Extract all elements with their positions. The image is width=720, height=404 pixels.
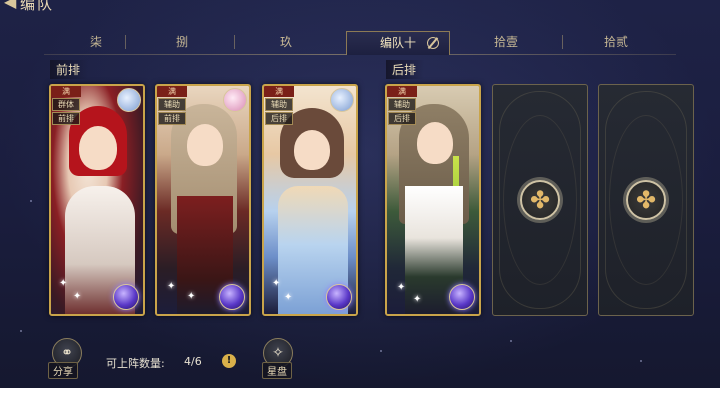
tab-10-active[interactable]: 编队十	[346, 31, 450, 55]
row-tag: 前排	[52, 112, 80, 125]
soul-orb-icon	[326, 284, 352, 310]
character-card-1[interactable]: 满 群体 前排 ✦ ✦	[49, 84, 145, 316]
tab-12[interactable]: 拾贰	[564, 31, 668, 55]
sparkle-icon: ✦	[59, 278, 68, 289]
tab-9[interactable]: 玖	[234, 31, 338, 55]
edit-icon[interactable]	[427, 37, 439, 49]
sparkle-icon: ✦	[73, 291, 82, 302]
tab-11[interactable]: 拾壹	[454, 31, 558, 55]
title-bar: ◀ 编队	[0, 0, 130, 13]
front-row-label: 前排	[50, 60, 89, 79]
bird-icon	[330, 88, 354, 112]
sparkle-icon: ✦	[167, 281, 176, 292]
info-icon[interactable]: !	[222, 354, 236, 368]
full-badge: 满	[387, 86, 417, 97]
star	[30, 200, 32, 202]
face	[417, 122, 453, 164]
role-tag: 群体	[52, 98, 80, 111]
tab-label: 编队十	[379, 36, 416, 50]
face	[294, 130, 330, 170]
back-row-label: 后排	[386, 60, 425, 79]
tab-label: 柒	[89, 35, 102, 49]
sparkle-icon: ✦	[397, 282, 406, 293]
full-badge: 满	[51, 86, 81, 97]
slot-emblem-icon	[520, 180, 560, 220]
tab-divider	[562, 35, 563, 49]
soul-orb-icon	[449, 284, 475, 310]
rabbit-icon	[223, 88, 247, 112]
character-card-4[interactable]: 满 辅助 后排 ✦ ✦	[385, 84, 481, 316]
character-card-3[interactable]: 满 辅助 后排 ✦ ✦	[262, 84, 358, 316]
sparkle-icon: ✦	[284, 292, 293, 303]
star	[20, 330, 22, 332]
full-badge: 满	[264, 86, 294, 97]
tab-label: 拾壹	[493, 35, 518, 49]
soul-orb-icon	[219, 284, 245, 310]
row-tag: 后排	[388, 112, 416, 125]
empty-slot-1[interactable]	[492, 84, 588, 316]
slot-emblem-icon	[626, 180, 666, 220]
capacity-label: 可上阵数量:	[106, 357, 165, 370]
face	[79, 126, 117, 170]
face	[187, 124, 223, 166]
share-label: 分享	[48, 362, 78, 379]
wind-bird-icon	[117, 88, 141, 112]
soul-orb-icon	[113, 284, 139, 310]
starchart-label: 星盘	[262, 362, 292, 379]
role-tag: 辅助	[388, 98, 416, 111]
game-screen: ◀ 编队 柒 捌 玖 编队十 拾壹 拾贰 前排 后排 满 群体 前排 ✦ ✦ 满…	[0, 0, 720, 388]
role-tag: 辅助	[158, 98, 186, 111]
tab-label: 玖	[279, 35, 292, 49]
row-tag: 后排	[265, 112, 293, 125]
full-badge: 满	[157, 86, 187, 97]
tab-divider	[125, 35, 126, 49]
tab-8[interactable]: 捌	[130, 31, 234, 55]
sparkle-icon: ✦	[272, 278, 281, 289]
empty-slot-2[interactable]	[598, 84, 694, 316]
character-card-2[interactable]: 满 辅助 前排 ✦ ✦	[155, 84, 251, 316]
tab-label: 拾贰	[603, 35, 628, 49]
tab-label: 捌	[175, 35, 188, 49]
bottom-bar: ⚭ 分享 可上阵数量: 4/6 ! ✧ 星盘	[0, 335, 720, 385]
row-tag: 前排	[158, 112, 186, 125]
role-tag: 辅助	[265, 98, 293, 111]
sparkle-icon: ✦	[187, 291, 196, 302]
formation-tabs: 柒 捌 玖 编队十 拾壹 拾贰	[44, 31, 676, 55]
sparkle-icon: ✦	[413, 294, 422, 305]
back-arrow-icon[interactable]: ◀	[4, 0, 16, 11]
capacity-value: 4/6	[184, 355, 202, 368]
screen-title: 编队	[20, 0, 55, 13]
